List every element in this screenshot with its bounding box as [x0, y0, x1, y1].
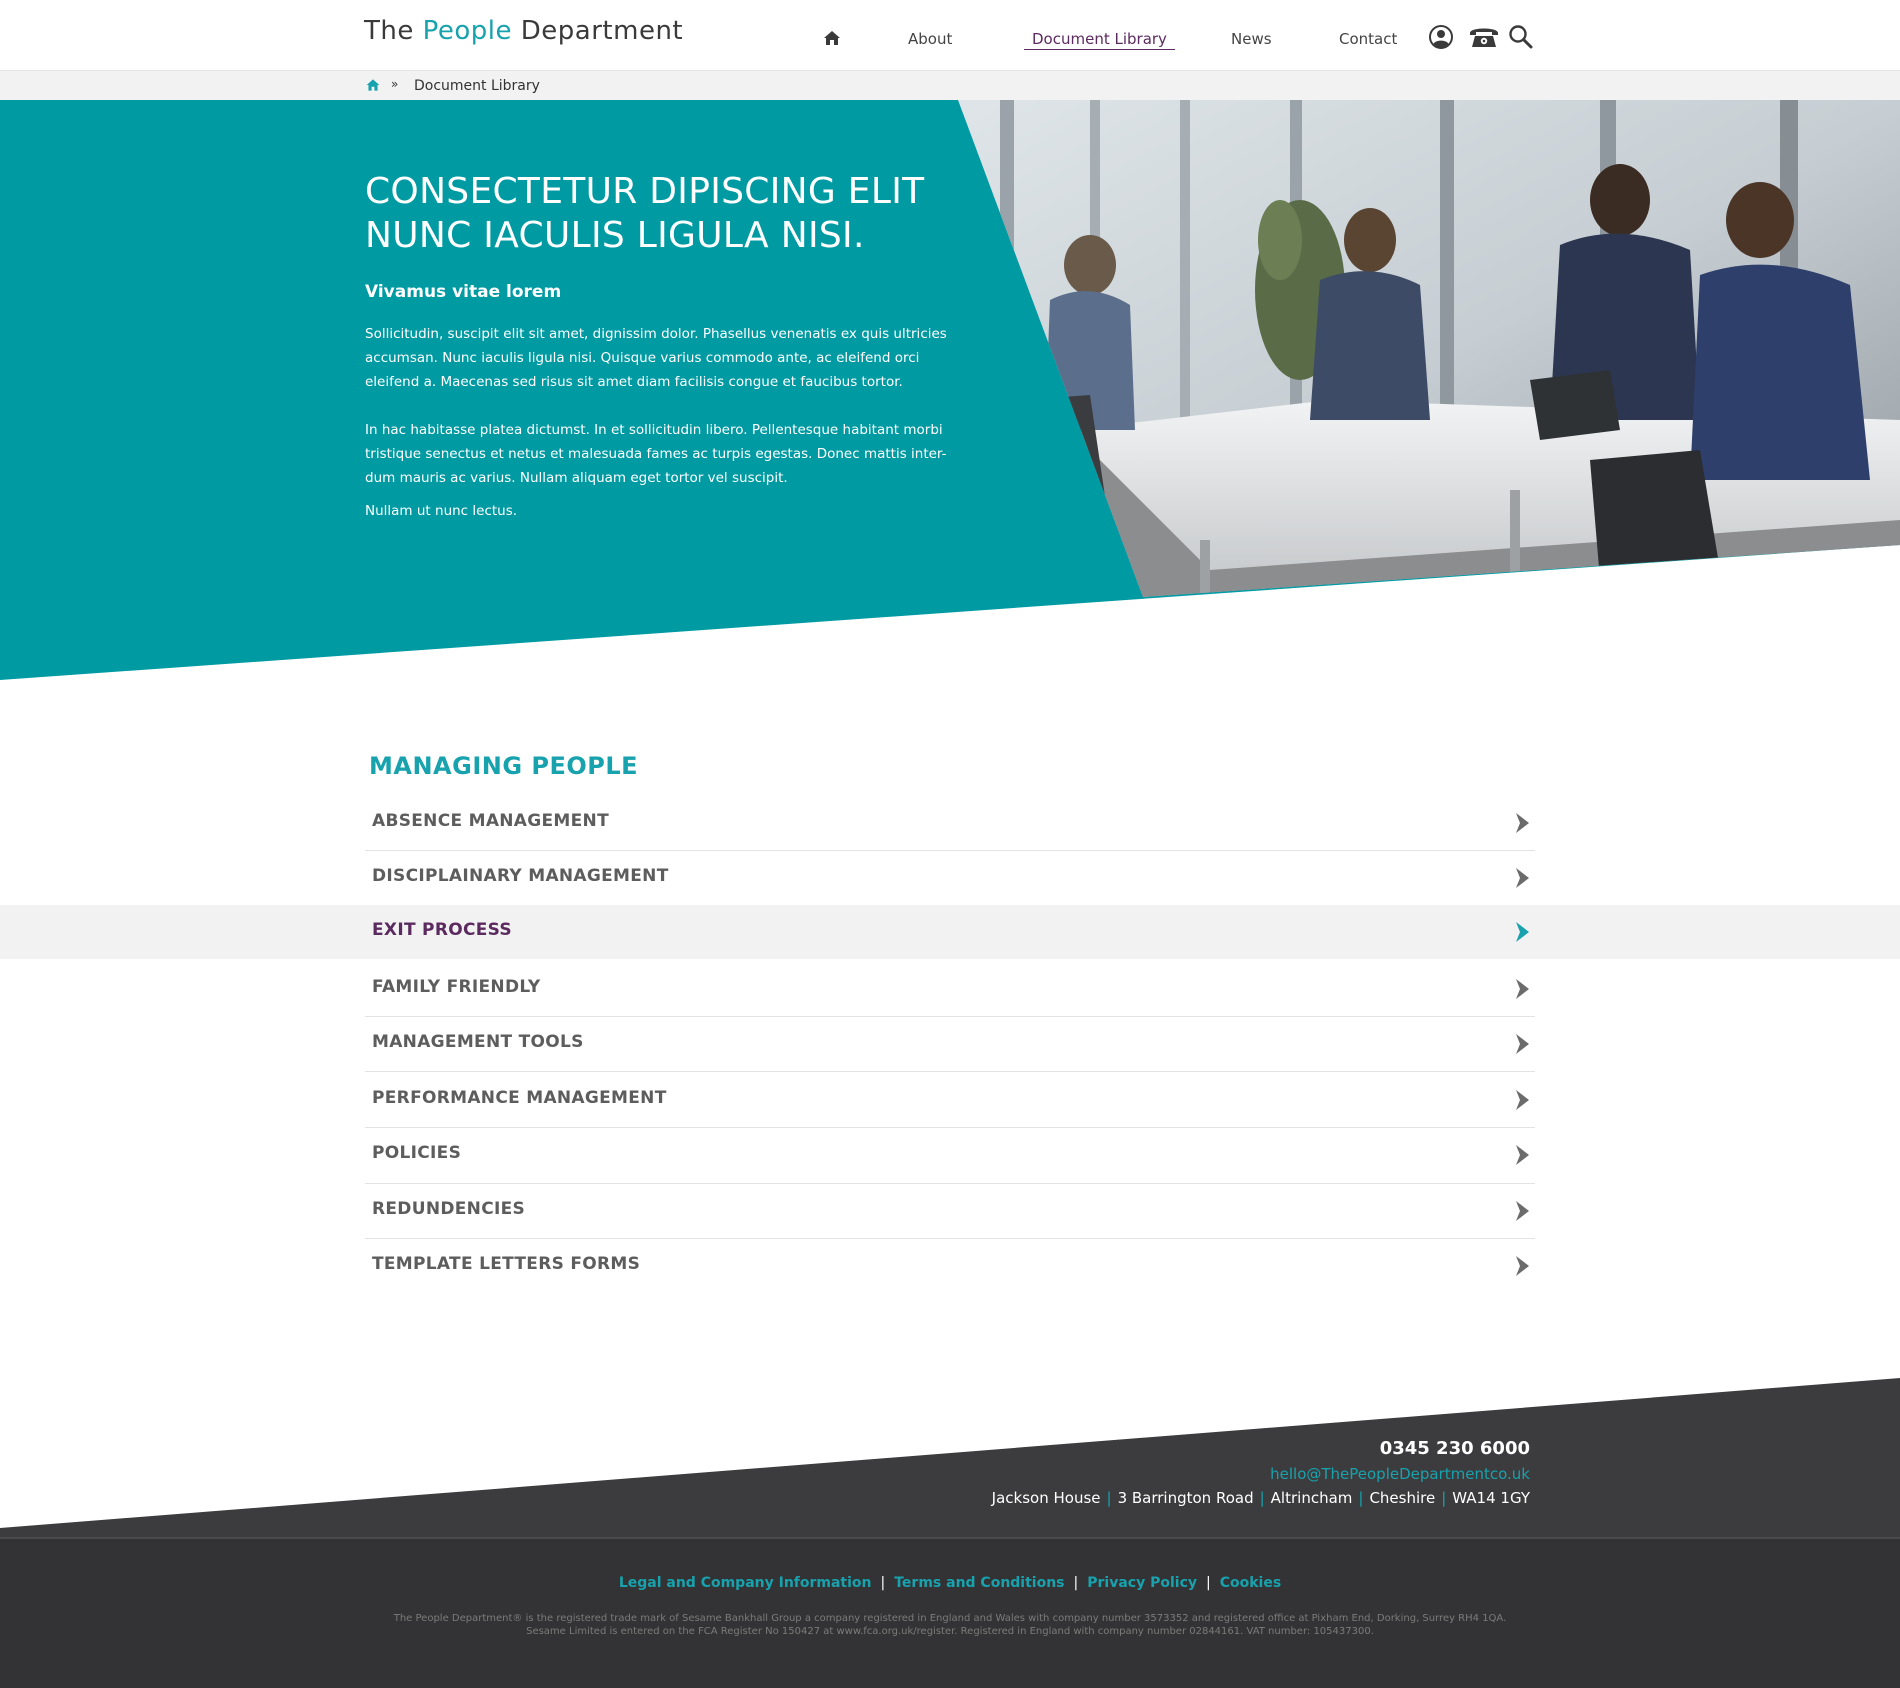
logo-text-post: Department — [512, 16, 684, 46]
footer-links: Legal and Company Information | Terms and … — [618, 1575, 1282, 1591]
footer-address: Jackson House | 3 Barrington Road | Altrinch… — [991, 1489, 1530, 1507]
category-label: FAMILY FRIENDLY — [372, 977, 541, 997]
category-label: REDUNDENCIES — [372, 1199, 526, 1219]
footer-phone[interactable]: 0345 230 6000 — [1380, 1438, 1530, 1459]
category-row-family-friendly[interactable]: FAMILY FRIENDLY — [0, 962, 1900, 1016]
nav-document-library[interactable]: Document Library — [1024, 30, 1175, 50]
footer-link-legal[interactable]: Legal and Company Information — [619, 1575, 872, 1591]
category-label: POLICIES — [372, 1143, 462, 1163]
logo-text-accent: People — [422, 16, 513, 46]
category-row-absence-management[interactable]: ABSENCE MANAGEMENT — [0, 796, 1900, 850]
category-row-redundencies[interactable]: REDUNDENCIES — [0, 1184, 1900, 1238]
chevron-right-icon — [1516, 979, 1529, 999]
chevron-right-icon — [1516, 868, 1529, 888]
address-line: Altrincham — [1270, 1489, 1353, 1507]
legal-line-1: The People Department® is the registered… — [393, 1613, 1507, 1624]
category-row-policies[interactable]: POLICIES — [0, 1128, 1900, 1182]
category-label: EXIT PROCESS — [372, 920, 512, 940]
category-label: DISCIPLAINARY MANAGEMENT — [372, 866, 669, 886]
category-row-exit-process[interactable]: EXIT PROCESS — [0, 905, 1900, 959]
logo-text-pre: The — [364, 16, 423, 46]
chevron-right-icon — [1516, 1145, 1529, 1165]
hero-title: CONSECTETUR DIPISCING ELIT NUNC IACULIS … — [365, 171, 925, 256]
home-icon[interactable] — [822, 28, 842, 48]
category-row-template-letters-forms[interactable]: TEMPLATE LETTERS FORMS — [0, 1239, 1900, 1293]
chevron-right-icon — [1516, 1256, 1529, 1276]
site-logo[interactable]: The People Department — [364, 16, 683, 46]
hero-paragraph-1: Sollicitudin, suscipit elit sit amet, di… — [365, 326, 947, 390]
row-divider — [365, 1071, 1535, 1072]
legal-line-2: Sesame Limited is entered on the FCA Reg… — [526, 1626, 1374, 1637]
category-label: ABSENCE MANAGEMENT — [372, 811, 609, 831]
search-icon[interactable] — [1508, 24, 1534, 50]
section-title: MANAGING PEOPLE — [369, 752, 639, 780]
address-line: WA14 1GY — [1452, 1489, 1530, 1507]
footer-legal-text: The People Department® is the registered… — [0, 1612, 1900, 1638]
address-line: Cheshire — [1369, 1489, 1436, 1507]
chevron-right-icon — [1516, 1090, 1529, 1110]
breadcrumb-current: Document Library — [414, 78, 540, 94]
footer-email-link[interactable]: hello@ThePeopleDepartmentco.uk — [1270, 1465, 1530, 1483]
chevron-right-icon — [1516, 1201, 1529, 1221]
hero-subtitle: Vivamus vitae lorem — [365, 282, 562, 302]
nav-about[interactable]: About — [908, 30, 952, 48]
category-row-performance-management[interactable]: PERFORMANCE MANAGEMENT — [0, 1073, 1900, 1127]
category-row-management-tools[interactable]: MANAGEMENT TOOLS — [0, 1017, 1900, 1071]
category-label: TEMPLATE LETTERS FORMS — [372, 1254, 641, 1274]
footer-link-privacy[interactable]: Privacy Policy — [1087, 1575, 1197, 1591]
hero-paragraph-2: In hac habitasse platea dictumst. In et … — [365, 422, 947, 486]
category-row-disciplinary-management[interactable]: DISCIPLAINARY MANAGEMENT — [0, 851, 1900, 905]
category-label: MANAGEMENT TOOLS — [372, 1032, 584, 1052]
footer-link-cookies[interactable]: Cookies — [1220, 1575, 1281, 1591]
breadcrumb-bar — [0, 71, 1900, 101]
breadcrumb-separator-icon: » — [391, 77, 399, 91]
address-line: 3 Barrington Road — [1117, 1489, 1254, 1507]
nav-news[interactable]: News — [1231, 30, 1272, 48]
nav-contact[interactable]: Contact — [1339, 30, 1397, 48]
phone-icon[interactable] — [1468, 24, 1500, 50]
chevron-right-icon — [1516, 813, 1529, 833]
hero-paragraph-3: Nullam ut nunc lectus. — [365, 503, 518, 519]
footer-link-terms[interactable]: Terms and Conditions — [894, 1575, 1064, 1591]
address-line: Jackson House — [991, 1489, 1101, 1507]
breadcrumb-home-icon[interactable] — [366, 78, 380, 92]
chevron-right-icon — [1516, 1034, 1529, 1054]
category-label: PERFORMANCE MANAGEMENT — [372, 1088, 667, 1108]
user-account-icon[interactable] — [1428, 24, 1454, 50]
site-header: The People Department About Document Lib… — [0, 0, 1900, 71]
chevron-right-icon — [1516, 922, 1529, 942]
site-footer — [0, 1378, 1900, 1688]
